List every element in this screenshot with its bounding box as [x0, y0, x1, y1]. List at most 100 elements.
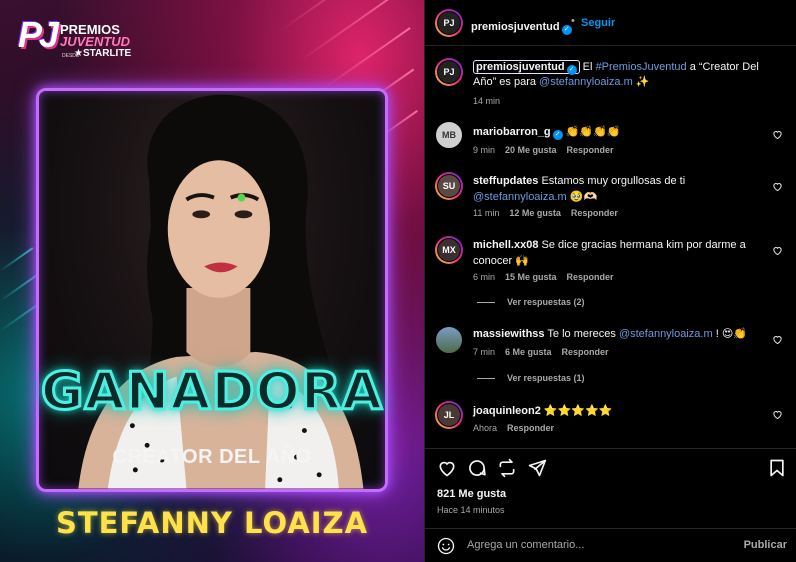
caption-avatar[interactable]: PJ — [435, 58, 463, 86]
view-replies-label[interactable]: Ver respuestas (2) — [507, 297, 585, 307]
winner-portrait — [78, 94, 364, 489]
view-replies-label[interactable]: Ver respuestas (1) — [507, 373, 585, 383]
comment-body: Estamos muy orgullosas de ti — [541, 175, 686, 187]
small-heart-icon[interactable] — [772, 181, 783, 192]
comment-text: michell.xx08 Se dice gracias hermana kim… — [473, 237, 763, 269]
commenter-avatar-image: MX — [437, 238, 461, 262]
comment-text: mariobarron_g ✓ 👏👏👏👏 — [473, 124, 763, 140]
comment-meta: 11 min 12 Me gusta Responder — [473, 208, 628, 218]
comment-time: Ahora — [473, 423, 498, 433]
comment-body-after: 🥹🫶🏻 — [566, 191, 598, 203]
follow-button[interactable]: Seguir — [581, 17, 615, 29]
commenter-avatar-image — [435, 326, 463, 354]
commenter-avatar[interactable]: SU — [435, 172, 463, 200]
reply-button[interactable]: Responder — [507, 423, 554, 433]
commenter-avatar-image: JL — [437, 403, 461, 427]
comment-icon[interactable] — [467, 458, 487, 478]
caption-time: 14 min — [473, 96, 501, 106]
comment-username[interactable]: mariobarron_g — [473, 126, 551, 138]
caption-username-text[interactable]: premiosjuventud — [476, 61, 565, 73]
commenter-avatar-image: SU — [437, 174, 461, 198]
replies-divider — [477, 302, 495, 304]
photo-frame — [36, 88, 388, 492]
comment-likes[interactable]: 12 Me gusta — [509, 208, 561, 218]
header-username-text[interactable]: premiosjuventud — [471, 21, 560, 33]
header-separator: • — [571, 15, 575, 27]
comment-body: ⭐⭐⭐⭐⭐ — [543, 405, 613, 417]
premios-juventud-logo: PJ PREMIOS JUVENTUD DESDE ★STARLITE — [18, 14, 138, 78]
header-username[interactable]: premiosjuventud ✓ — [471, 17, 572, 35]
comment-mention[interactable]: @stefannyloaiza.m — [619, 328, 713, 340]
actions-bar — [425, 448, 796, 484]
comments-panel: PJ premiosjuventud ✓ • Seguir PJ premiosj… — [424, 0, 796, 562]
comment-meta: 9 min 20 Me gusta Responder — [473, 145, 624, 155]
caption-mention[interactable]: @stefannyloaiza.m — [539, 76, 633, 88]
post-header: PJ premiosjuventud ✓ • Seguir — [425, 0, 796, 46]
comment-text: joaquinleon2 ⭐⭐⭐⭐⭐ — [473, 403, 763, 419]
repost-icon[interactable] — [497, 458, 517, 478]
comment-text: massiewithss Te lo mereces @stefannyloai… — [473, 326, 763, 342]
post-timestamp: Hace 14 minutos — [437, 505, 505, 515]
likes-count[interactable]: 821 Me gusta — [437, 488, 506, 500]
caption-emoji: ✨ — [632, 76, 650, 88]
view-replies-button[interactable]: Ver respuestas (2) — [477, 297, 585, 307]
comment-time: 7 min — [473, 347, 496, 357]
comment-body: 👏👏👏👏 — [565, 126, 621, 138]
commenter-avatar-image: MB — [435, 121, 463, 149]
verified-icon: ✓ — [566, 65, 577, 75]
comment-meta: 7 min 6 Me gusta Responder — [473, 347, 619, 357]
headline-ganadora: GANADORA — [39, 361, 384, 424]
comment-username[interactable]: steffupdates — [473, 175, 538, 187]
comment-likes[interactable]: 6 Me gusta — [505, 347, 552, 357]
small-heart-icon[interactable] — [772, 129, 783, 140]
reply-button[interactable]: Responder — [571, 208, 618, 218]
neon-streak — [279, 0, 404, 32]
comment-username[interactable]: michell.xx08 — [473, 239, 538, 251]
comment-mention[interactable]: @stefannyloaiza.m — [473, 191, 567, 203]
commenter-avatar[interactable]: MB — [435, 121, 463, 149]
emoji-icon[interactable] — [437, 537, 455, 555]
save-icon[interactable] — [767, 458, 787, 478]
comment-body: Te lo mereces — [547, 328, 619, 340]
winner-name: STEFANNY LOAIZA — [55, 506, 369, 540]
caption-hashtag[interactable]: #PremiosJuventud — [596, 61, 687, 73]
small-heart-icon[interactable] — [772, 334, 783, 345]
post-image[interactable]: PJ PREMIOS JUVENTUD DESDE ★STARLITE GANA… — [0, 0, 424, 562]
caption-text: premiosjuventud ✓ El #PremiosJuventud a “… — [473, 60, 783, 90]
comment-input[interactable] — [467, 535, 717, 555]
caption-username[interactable]: premiosjuventud ✓ — [473, 60, 580, 75]
comment-username[interactable]: joaquinleon2 — [473, 405, 541, 417]
comment-likes[interactable]: 20 Me gusta — [505, 145, 557, 155]
commenter-avatar[interactable]: MX — [435, 236, 463, 264]
comment-time: 11 min — [473, 208, 500, 218]
comment-time: 6 min — [473, 272, 496, 282]
logo-juventud: JUVENTUD — [60, 34, 131, 49]
comment-meta: 6 min 15 Me gusta Responder — [473, 272, 624, 282]
comment-time: 9 min — [473, 145, 496, 155]
reply-button[interactable]: Responder — [567, 145, 614, 155]
publish-button[interactable]: Publicar — [744, 539, 787, 551]
caption-avatar-logo: PJ — [437, 60, 461, 84]
small-heart-icon[interactable] — [772, 245, 783, 256]
account-avatar[interactable]: PJ — [435, 9, 463, 37]
comment-text: steffupdates Estamos muy orgullosas de t… — [473, 173, 763, 205]
caption-text-before: El — [579, 61, 596, 73]
share-icon[interactable] — [527, 458, 547, 478]
add-comment-bar: Publicar — [425, 528, 796, 562]
commenter-avatar[interactable] — [435, 326, 463, 354]
verified-icon: ✓ — [552, 130, 563, 140]
comment-meta: Ahora Responder — [473, 423, 564, 433]
like-icon[interactable] — [437, 458, 457, 478]
commenter-avatar[interactable]: JL — [435, 401, 463, 429]
comment-username[interactable]: massiewithss — [473, 328, 545, 340]
award-category: CREATOR DEL AÑO — [112, 446, 312, 468]
small-heart-icon[interactable] — [772, 409, 783, 420]
neon-streak — [299, 0, 408, 62]
comment-likes[interactable]: 15 Me gusta — [505, 272, 557, 282]
reply-button[interactable]: Responder — [567, 272, 614, 282]
logo-starlite: ★STARLITE — [74, 48, 132, 59]
view-replies-button[interactable]: Ver respuestas (1) — [477, 373, 585, 383]
neon-streak — [0, 247, 34, 272]
replies-divider — [477, 378, 495, 380]
reply-button[interactable]: Responder — [562, 347, 609, 357]
